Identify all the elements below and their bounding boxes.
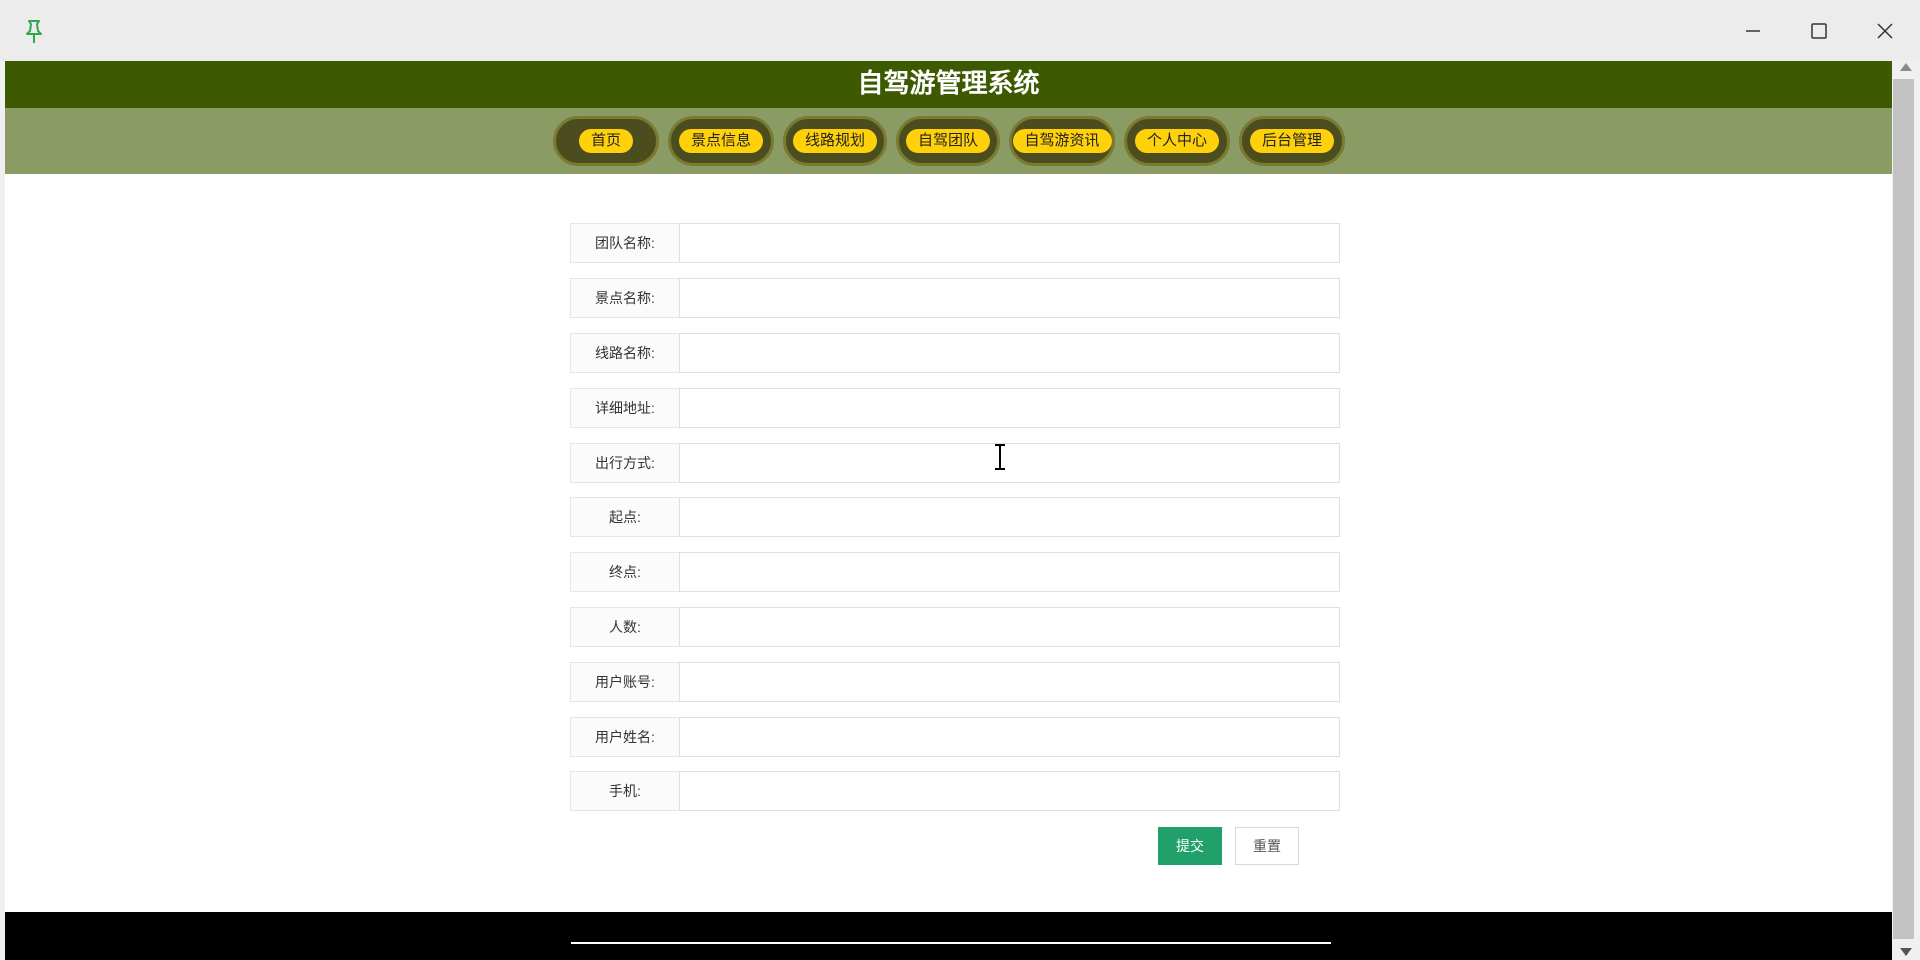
- page-viewport: 自驾游管理系统 首页 景点信息 线路规划 自驾团队 自驾游资讯 个人中心 后台管…: [5, 61, 1892, 960]
- phone-input[interactable]: [679, 771, 1340, 811]
- field-label: 用户账号:: [570, 662, 680, 702]
- vertical-scrollbar[interactable]: [1892, 61, 1920, 960]
- field-label: 手机:: [570, 771, 680, 811]
- footer-divider: [571, 942, 1331, 944]
- nav-item-route-planning[interactable]: 线路规划: [783, 116, 887, 166]
- maximize-icon[interactable]: [1804, 16, 1834, 46]
- nav-item-label: 自驾团队: [906, 129, 991, 153]
- start-point-input[interactable]: [679, 497, 1340, 537]
- nav-item-self-drive-team[interactable]: 自驾团队: [896, 116, 1000, 166]
- minimize-icon[interactable]: [1738, 16, 1768, 46]
- nav-item-scenic-spots[interactable]: 景点信息: [668, 116, 774, 166]
- nav-bar: 首页 景点信息 线路规划 自驾团队 自驾游资讯 个人中心 后台管理: [5, 108, 1892, 174]
- form-row-team-name: 团队名称:: [570, 223, 1340, 263]
- close-icon[interactable]: [1870, 16, 1900, 46]
- headcount-input[interactable]: [679, 607, 1340, 647]
- form-row-travel-mode: 出行方式:: [570, 443, 1340, 483]
- form-row-user-name: 用户姓名:: [570, 717, 1340, 757]
- form-row-phone: 手机:: [570, 771, 1340, 811]
- nav-item-label: 个人中心: [1135, 129, 1220, 153]
- field-label: 详细地址:: [570, 388, 680, 428]
- scroll-up-icon[interactable]: [1900, 63, 1912, 71]
- scenic-name-input[interactable]: [679, 278, 1340, 318]
- end-point-input[interactable]: [679, 552, 1340, 592]
- nav-menu: 首页 景点信息 线路规划 自驾团队 自驾游资讯 个人中心 后台管理: [553, 116, 1345, 168]
- window-titlebar: [0, 0, 1920, 61]
- user-name-input[interactable]: [679, 717, 1340, 757]
- user-account-input[interactable]: [679, 662, 1340, 702]
- field-label: 团队名称:: [570, 223, 680, 263]
- nav-item-label: 自驾游资讯: [1012, 129, 1112, 153]
- form-row-end-point: 终点:: [570, 552, 1340, 592]
- nav-item-label: 景点信息: [679, 129, 764, 153]
- scrollbar-thumb[interactable]: [1893, 79, 1914, 939]
- nav-item-home[interactable]: 首页: [553, 116, 659, 166]
- submit-button[interactable]: 提交: [1158, 827, 1222, 865]
- nav-item-label: 后台管理: [1250, 129, 1335, 153]
- page-footer: [5, 912, 1892, 960]
- form-row-start-point: 起点:: [570, 497, 1340, 537]
- reset-button[interactable]: 重置: [1235, 827, 1299, 865]
- site-title: 自驾游管理系统: [5, 61, 1892, 108]
- form-row-headcount: 人数:: [570, 607, 1340, 647]
- form-row-scenic-name: 景点名称:: [570, 278, 1340, 318]
- nav-item-personal-center[interactable]: 个人中心: [1124, 116, 1230, 166]
- field-label: 起点:: [570, 497, 680, 537]
- form-row-address: 详细地址:: [570, 388, 1340, 428]
- nav-item-admin[interactable]: 后台管理: [1239, 116, 1345, 166]
- nav-item-label: 首页: [578, 129, 633, 153]
- route-name-input[interactable]: [679, 333, 1340, 373]
- scroll-down-icon[interactable]: [1900, 948, 1912, 956]
- team-name-input[interactable]: [679, 223, 1340, 263]
- form-row-route-name: 线路名称:: [570, 333, 1340, 373]
- nav-item-label: 线路规划: [793, 129, 878, 153]
- form-row-user-account: 用户账号:: [570, 662, 1340, 702]
- field-label: 人数:: [570, 607, 680, 647]
- pin-icon[interactable]: [22, 18, 46, 44]
- travel-mode-input[interactable]: [679, 443, 1340, 483]
- field-label: 终点:: [570, 552, 680, 592]
- field-label: 用户姓名:: [570, 717, 680, 757]
- nav-item-travel-news[interactable]: 自驾游资讯: [1009, 116, 1115, 166]
- field-label: 景点名称:: [570, 278, 680, 318]
- field-label: 线路名称:: [570, 333, 680, 373]
- address-input[interactable]: [679, 388, 1340, 428]
- text-cursor-icon: [995, 444, 1005, 470]
- field-label: 出行方式:: [570, 443, 680, 483]
